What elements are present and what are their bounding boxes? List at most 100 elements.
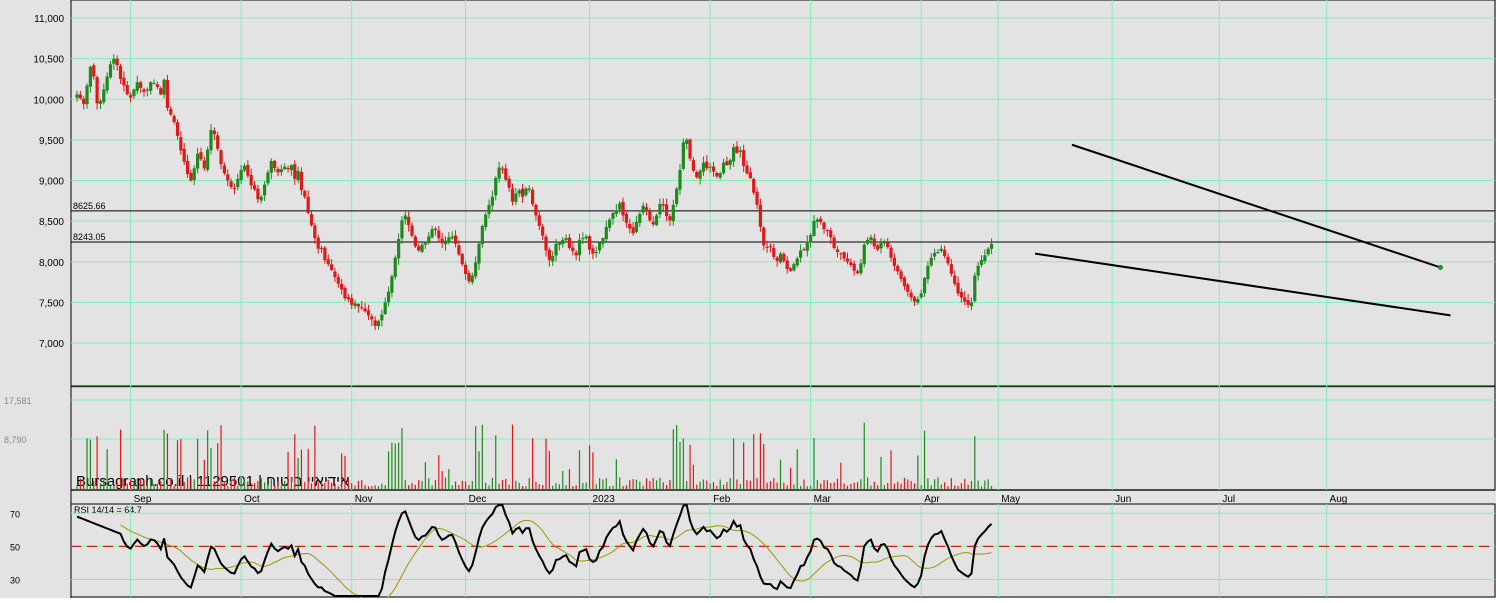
candle-body	[852, 263, 856, 271]
candle-body	[912, 297, 917, 302]
candle-body	[112, 58, 116, 64]
candle-body	[819, 218, 823, 222]
candle-body	[172, 116, 176, 122]
candle-body	[470, 275, 474, 283]
candle-body	[752, 178, 756, 193]
candle-body	[577, 239, 582, 256]
candle-body	[504, 168, 508, 180]
candle-body	[902, 277, 907, 287]
candle-body	[896, 265, 900, 272]
candle-body	[273, 160, 277, 169]
candle-body	[95, 77, 99, 104]
candle-body	[551, 256, 555, 262]
price-tick-label: 10,500	[33, 55, 64, 66]
candle-body	[242, 165, 247, 171]
candle-body	[132, 89, 136, 97]
candle-body	[219, 150, 223, 165]
candle-body	[792, 264, 796, 271]
candle-body	[561, 239, 565, 245]
candle-body	[581, 238, 585, 240]
month-label: Nov	[355, 494, 373, 505]
candle-body	[842, 252, 846, 259]
candle-body	[943, 249, 947, 257]
candle-body	[956, 282, 960, 294]
candle-body	[782, 254, 786, 261]
candle-body	[269, 161, 273, 173]
candle-body	[122, 77, 126, 86]
candle-body	[407, 216, 411, 226]
candle-body	[795, 258, 799, 266]
candle-body	[360, 307, 364, 309]
candle-body	[477, 243, 481, 264]
candle-body	[403, 215, 407, 220]
candle-body	[283, 166, 287, 170]
price-tick-label: 8,000	[39, 258, 64, 269]
candle-body	[557, 243, 561, 245]
candle-body	[145, 89, 149, 91]
candle-body	[474, 262, 478, 277]
candle-body	[547, 249, 551, 261]
candle-body	[380, 314, 384, 321]
candle-body	[296, 170, 300, 181]
price-pane-frame	[70, 0, 1496, 387]
candle-body	[142, 89, 146, 92]
candle-body	[681, 142, 685, 169]
rsi-tick-label: 50	[10, 542, 20, 552]
candle-body	[162, 79, 166, 95]
candle-body	[346, 297, 350, 300]
candle-body	[983, 255, 987, 262]
candle-body	[165, 79, 170, 109]
candle-body	[316, 237, 320, 249]
candle-body	[216, 135, 220, 149]
candle-body	[778, 253, 783, 263]
candles-layer	[75, 54, 994, 331]
candle-body	[494, 178, 498, 196]
candle-body	[735, 146, 739, 153]
candle-body	[839, 253, 843, 255]
candle-body	[209, 130, 213, 151]
candle-body	[343, 287, 347, 299]
candle-body	[765, 246, 769, 248]
candle-body	[571, 247, 575, 252]
candle-body	[330, 264, 334, 270]
candle-body	[440, 238, 444, 244]
candle-body	[252, 185, 257, 190]
candle-body	[464, 264, 468, 274]
candle-body	[695, 172, 699, 178]
price-tick-label: 7,500	[39, 298, 64, 309]
candle-body	[313, 225, 317, 239]
candle-body	[185, 160, 190, 174]
candle-body	[748, 172, 752, 179]
candle-body	[129, 95, 133, 98]
candle-body	[400, 220, 404, 239]
candle-body	[467, 273, 471, 282]
candle-body	[966, 300, 970, 305]
candle-body	[249, 174, 253, 186]
candle-body	[199, 152, 203, 160]
candle-body	[460, 253, 464, 265]
candle-body	[634, 221, 639, 232]
candle-body	[510, 188, 515, 202]
price-tick-label: 9,000	[39, 177, 64, 188]
candle-body	[78, 94, 82, 99]
candle-body	[949, 264, 953, 274]
candle-body	[263, 184, 267, 196]
candle-body	[822, 222, 826, 230]
candle-body	[417, 246, 421, 251]
candle-body	[584, 236, 588, 239]
trendline	[1034, 252, 1451, 317]
candle-body	[892, 257, 896, 266]
candle-body	[973, 275, 977, 302]
candle-body	[815, 219, 819, 222]
candle-body	[149, 82, 153, 91]
candle-body	[239, 169, 243, 181]
month-label: May	[1001, 494, 1020, 505]
candle-body	[383, 302, 387, 315]
month-label: Dec	[469, 494, 487, 505]
candle-body	[825, 230, 829, 232]
candle-body	[350, 298, 354, 305]
candle-body	[658, 204, 662, 215]
candle-body	[711, 166, 716, 172]
candle-body	[608, 219, 612, 228]
trendline-anchor	[1437, 264, 1443, 270]
